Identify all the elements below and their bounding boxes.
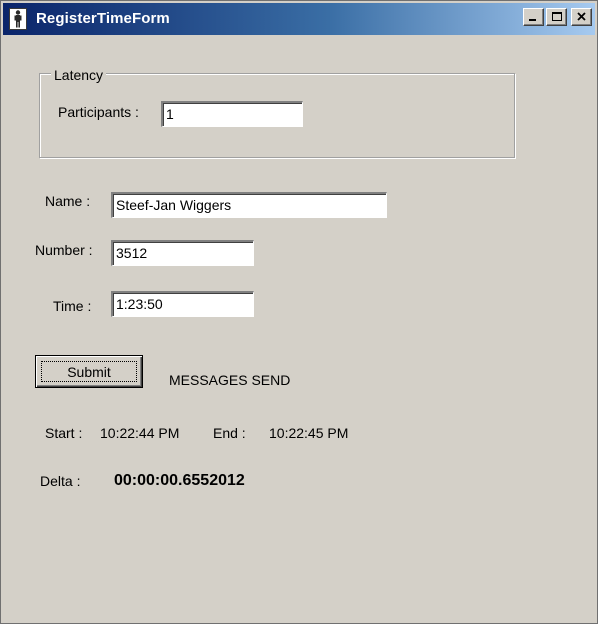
number-input[interactable]: 3512 xyxy=(111,240,254,266)
form-window: RegisterTimeForm Latency Participants : … xyxy=(0,0,598,624)
maximize-button[interactable] xyxy=(546,8,567,26)
end-label: End : xyxy=(213,425,246,441)
delta-value: 00:00:00.6552012 xyxy=(114,472,245,489)
start-value: 10:22:44 PM xyxy=(100,425,180,441)
time-label: Time : xyxy=(53,298,92,314)
person-icon[interactable] xyxy=(9,8,27,30)
close-icon xyxy=(577,12,586,21)
latency-group-title: Latency xyxy=(51,67,107,83)
start-label: Start : xyxy=(45,425,83,441)
close-button[interactable] xyxy=(571,8,592,26)
status-message: MESSAGES SEND xyxy=(169,372,291,388)
submit-button[interactable]: Submit xyxy=(35,355,143,388)
minimize-icon xyxy=(529,19,536,21)
title-bar[interactable]: RegisterTimeForm xyxy=(3,3,595,35)
participants-label: Participants : xyxy=(58,104,139,120)
minimize-button[interactable] xyxy=(523,8,544,26)
focus-rectangle xyxy=(41,361,137,382)
end-value: 10:22:45 PM xyxy=(269,425,349,441)
maximize-icon xyxy=(552,12,562,21)
number-label: Number : xyxy=(35,242,93,258)
name-input[interactable]: Steef-Jan Wiggers xyxy=(111,192,387,218)
window-title: RegisterTimeForm xyxy=(36,10,170,27)
delta-label: Delta : xyxy=(40,473,81,489)
name-label: Name : xyxy=(45,193,91,209)
participants-input[interactable]: 1 xyxy=(161,101,303,127)
time-input[interactable]: 1:23:50 xyxy=(111,291,254,317)
